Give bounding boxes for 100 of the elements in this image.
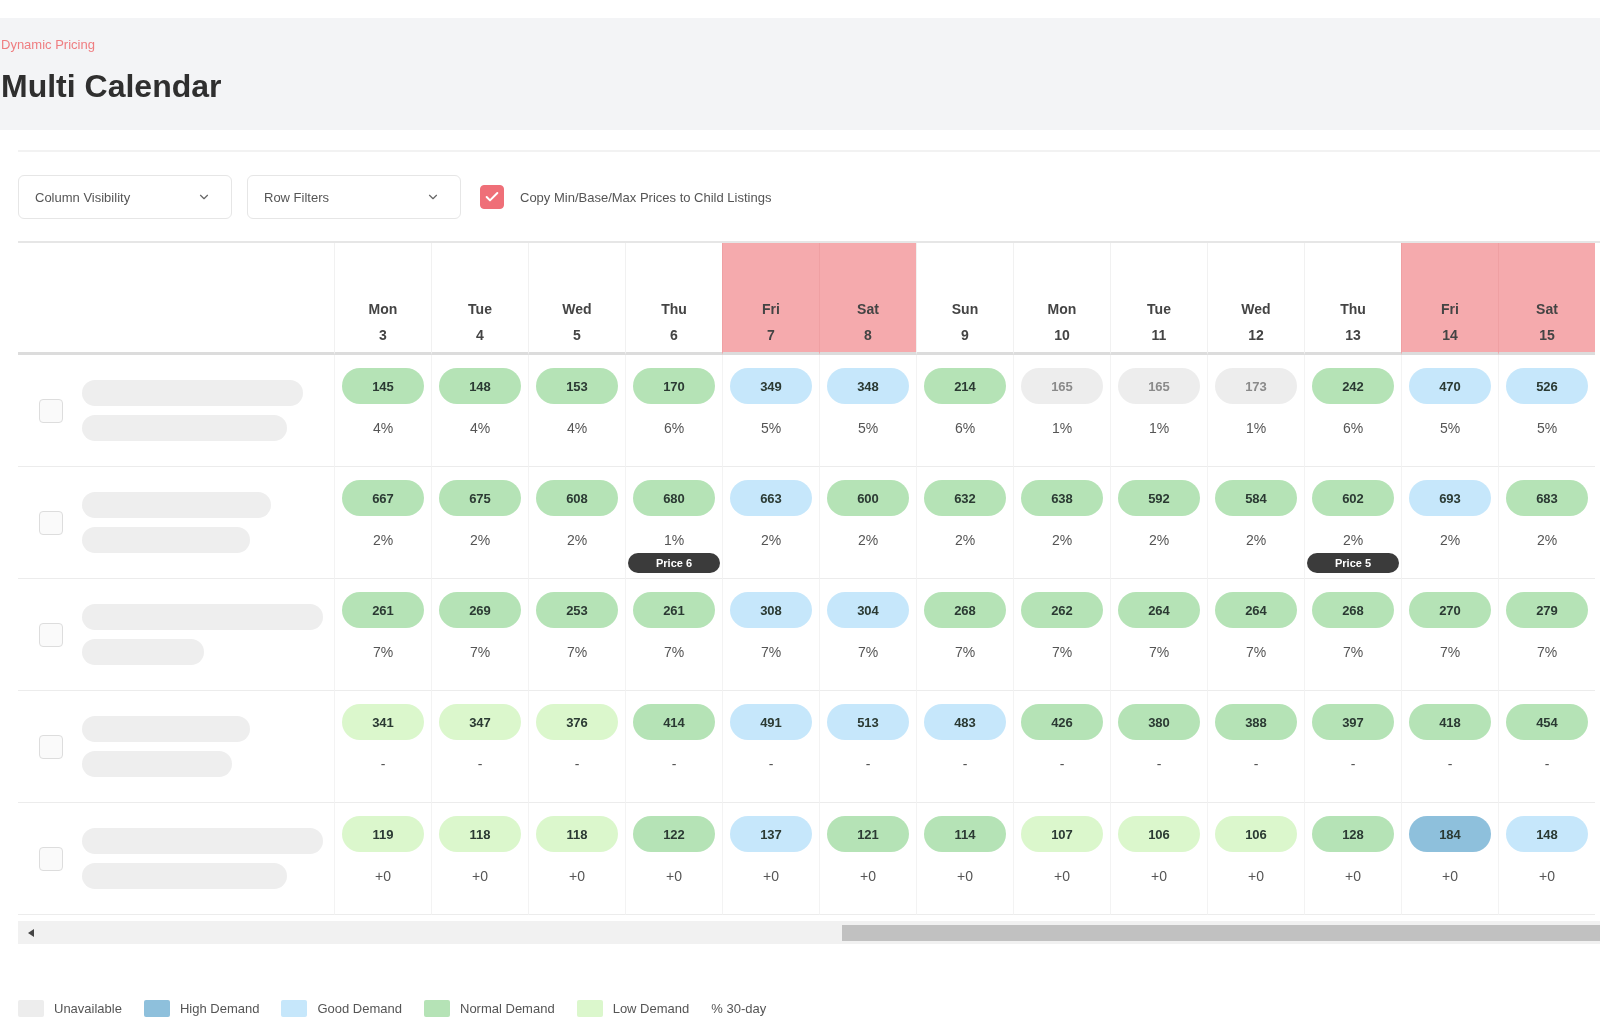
checkbox[interactable]	[480, 185, 504, 209]
day-note: 7%	[1051, 643, 1073, 661]
price-tag[interactable]: 470	[1409, 368, 1491, 404]
price-tag[interactable]: 483	[924, 704, 1006, 740]
price-tag[interactable]: 397	[1312, 704, 1394, 740]
price-tag[interactable]: 376	[536, 704, 618, 740]
row-checkbox[interactable]	[39, 846, 63, 871]
price-tag[interactable]: 418	[1409, 704, 1491, 740]
price-tag[interactable]: 308	[730, 592, 812, 628]
price-tag[interactable]: 261	[342, 592, 424, 628]
price-tag[interactable]: 128	[1312, 816, 1394, 852]
day-note: +0	[1539, 867, 1555, 885]
price-tag[interactable]: 683	[1506, 480, 1588, 516]
date-label: 5	[573, 326, 581, 345]
day-note: +0	[1345, 867, 1361, 885]
price-tag[interactable]: 268	[924, 592, 1006, 628]
price-tag[interactable]: 269	[439, 592, 521, 628]
day-note: +0	[957, 867, 973, 885]
day-note: 2%	[372, 531, 394, 549]
dropdown[interactable]: Column Visibility	[18, 175, 232, 219]
price-tag[interactable]: 584	[1215, 480, 1297, 516]
price-tag[interactable]: 632	[924, 480, 1006, 516]
day-note: -	[1350, 755, 1356, 773]
price-tag[interactable]: 145	[342, 368, 424, 404]
day-note: -	[1059, 755, 1065, 773]
day-note: 7%	[469, 643, 491, 661]
price-tag[interactable]: 118	[439, 816, 521, 852]
row-checkbox[interactable]	[39, 622, 63, 647]
price-tag[interactable]: 675	[439, 480, 521, 516]
price-tag[interactable]: 118	[536, 816, 618, 852]
price-tag[interactable]: 153	[536, 368, 618, 404]
price-tag[interactable]: 680	[633, 480, 715, 516]
price-tag[interactable]: 170	[633, 368, 715, 404]
price-tag[interactable]: 513	[827, 704, 909, 740]
scroll-left-arrow-icon[interactable]	[28, 928, 34, 937]
price-tag[interactable]: 349	[730, 368, 812, 404]
price-tag[interactable]: 264	[1215, 592, 1297, 628]
price-tag[interactable]: 119	[342, 816, 424, 852]
row-checkbox[interactable]	[39, 398, 63, 423]
scrollbar-thumb[interactable]	[842, 924, 1600, 941]
price-tag[interactable]: 262	[1021, 592, 1103, 628]
price-tag[interactable]: 638	[1021, 480, 1103, 516]
price-tag[interactable]: 137	[730, 816, 812, 852]
price-tag[interactable]: 253	[536, 592, 618, 628]
price-tag[interactable]: 279	[1506, 592, 1588, 628]
day-note: 4%	[372, 419, 394, 437]
day-note: 7%	[1245, 643, 1267, 661]
row-checkbox[interactable]	[39, 510, 63, 535]
day-note: 2%	[566, 531, 588, 549]
price-tag[interactable]: 121	[827, 816, 909, 852]
price-tag[interactable]: 261	[633, 592, 715, 628]
legend-label: Low Demand	[612, 1001, 690, 1016]
price-tag[interactable]: 122	[633, 816, 715, 852]
price-tag[interactable]: 107	[1021, 816, 1103, 852]
price-tag[interactable]: 602	[1312, 480, 1394, 516]
price-tag[interactable]: 148	[1506, 816, 1588, 852]
price-tag[interactable]: 270	[1409, 592, 1491, 628]
page-title: Multi Calendar	[1, 67, 222, 105]
dropdown[interactable]: Row Filters	[247, 175, 461, 219]
price-tag[interactable]: 114	[924, 816, 1006, 852]
weekday-label: Sun	[951, 300, 979, 319]
price-tag[interactable]: 667	[342, 480, 424, 516]
price-tag[interactable]: 184	[1409, 816, 1491, 852]
price-tag[interactable]: 380	[1118, 704, 1200, 740]
price-tag[interactable]: 214	[924, 368, 1006, 404]
price-tag[interactable]: 347	[439, 704, 521, 740]
weekday-label: Wed	[1241, 300, 1271, 319]
price-tag[interactable]: 106	[1118, 816, 1200, 852]
day-note: 7%	[663, 643, 685, 661]
price-tag[interactable]: 348	[827, 368, 909, 404]
price-tag[interactable]: 454	[1506, 704, 1588, 740]
price-tag[interactable]: 268	[1312, 592, 1394, 628]
price-tag[interactable]: 242	[1312, 368, 1394, 404]
price-tag[interactable]: 491	[730, 704, 812, 740]
price-tag[interactable]: 304	[827, 592, 909, 628]
day-note: 7%	[1439, 643, 1461, 661]
weekday-label: Sat	[1536, 300, 1558, 319]
price-tag[interactable]: 388	[1215, 704, 1297, 740]
price-tag[interactable]: 264	[1118, 592, 1200, 628]
price-tag[interactable]: 663	[730, 480, 812, 516]
day-note: 2%	[857, 531, 879, 549]
price-tag[interactable]: 148	[439, 368, 521, 404]
price-tag[interactable]: 106	[1215, 816, 1297, 852]
price-tag[interactable]: 414	[633, 704, 715, 740]
day-note: 7%	[954, 643, 976, 661]
day-note: 4%	[469, 419, 491, 437]
day-note: 2%	[760, 531, 782, 549]
day-note: -	[768, 755, 774, 773]
price-tag[interactable]: 526	[1506, 368, 1588, 404]
date-label: 4	[476, 326, 484, 345]
price-tag[interactable]: 693	[1409, 480, 1491, 516]
price-tag[interactable]: 341	[342, 704, 424, 740]
day-note: -	[1156, 755, 1162, 773]
price-tag[interactable]: 608	[536, 480, 618, 516]
price-tag[interactable]: 426	[1021, 704, 1103, 740]
row-checkbox[interactable]	[39, 734, 63, 759]
price-tag[interactable]: 600	[827, 480, 909, 516]
day-note: 2%	[1536, 531, 1558, 549]
horizontal-scrollbar[interactable]	[18, 921, 1600, 944]
price-tag[interactable]: 592	[1118, 480, 1200, 516]
